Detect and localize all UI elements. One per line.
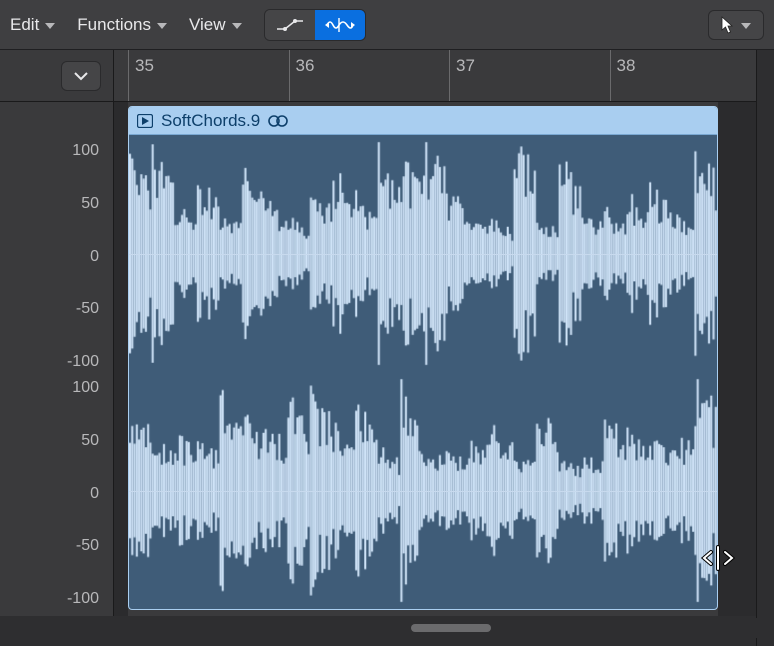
pointer-icon xyxy=(721,16,735,34)
chevron-down-icon xyxy=(45,23,55,29)
amplitude-label: 50 xyxy=(81,432,99,450)
chevron-down-icon xyxy=(232,23,242,29)
edit-menu[interactable]: Edit xyxy=(10,15,55,35)
chevron-down-icon xyxy=(741,23,751,29)
amplitude-gutter: 100 50 0 -50 -100 100 50 0 -50 -100 xyxy=(0,102,114,616)
pointer-tool-button[interactable] xyxy=(708,10,764,40)
region-name-label: SoftChords.9 xyxy=(161,111,260,131)
amplitude-label: -100 xyxy=(67,353,99,371)
right-edge-strip xyxy=(756,50,774,646)
ruler-tick: 36 xyxy=(289,50,315,101)
automation-tool-button[interactable] xyxy=(265,10,315,40)
waveform-channel-left[interactable] xyxy=(129,135,717,372)
waveform-channel-right[interactable] xyxy=(129,372,717,609)
play-icon xyxy=(137,114,153,128)
catch-playhead-button[interactable] xyxy=(61,61,101,91)
amplitude-label: -50 xyxy=(76,300,99,318)
ruler-tick: 37 xyxy=(449,50,475,101)
ruler-tick: 38 xyxy=(610,50,636,101)
edit-menu-label: Edit xyxy=(10,15,39,35)
region-header[interactable]: SoftChords.9 xyxy=(129,107,717,135)
amplitude-label: 100 xyxy=(72,379,99,397)
bar-ruler[interactable]: 3536373839 xyxy=(114,50,774,102)
chevron-down-icon xyxy=(157,23,167,29)
ruler-gutter xyxy=(0,50,114,102)
waveform-wrap xyxy=(129,135,717,609)
view-menu-label: View xyxy=(189,15,226,35)
loop-icon xyxy=(268,114,288,128)
ruler-tick: 35 xyxy=(128,50,154,101)
amplitude-label: 0 xyxy=(90,485,99,503)
amplitude-label: 0 xyxy=(90,248,99,266)
automation-icon xyxy=(276,18,304,32)
editor-toolbar: Edit Functions View xyxy=(0,0,774,50)
functions-menu-label: Functions xyxy=(77,15,151,35)
amplitude-label: -100 xyxy=(67,590,99,608)
trim-cursor-icon xyxy=(700,544,736,572)
flex-tool-button[interactable] xyxy=(315,10,365,40)
track-area[interactable]: SoftChords.9 xyxy=(114,102,774,616)
ruler-row: 3536373839 xyxy=(0,50,774,102)
amplitude-label: 50 xyxy=(81,195,99,213)
scroll-thumb[interactable] xyxy=(411,624,491,632)
view-menu[interactable]: View xyxy=(189,15,242,35)
amplitude-scale-ch1: 100 50 0 -50 -100 xyxy=(0,142,113,379)
amplitude-label: 100 xyxy=(72,142,99,160)
audio-region[interactable]: SoftChords.9 xyxy=(128,106,718,610)
inactive-area-left xyxy=(114,102,128,616)
catch-icon xyxy=(73,70,89,82)
amplitude-label: -50 xyxy=(76,537,99,555)
functions-menu[interactable]: Functions xyxy=(77,15,167,35)
flex-icon xyxy=(325,17,355,33)
tool-toggle-group xyxy=(264,9,366,41)
amplitude-scale-ch2: 100 50 0 -50 -100 xyxy=(0,379,113,616)
horizontal-scrollbar[interactable] xyxy=(114,618,774,638)
workspace: 100 50 0 -50 -100 100 50 0 -50 -100 SoftChords.9 xyxy=(0,102,774,616)
